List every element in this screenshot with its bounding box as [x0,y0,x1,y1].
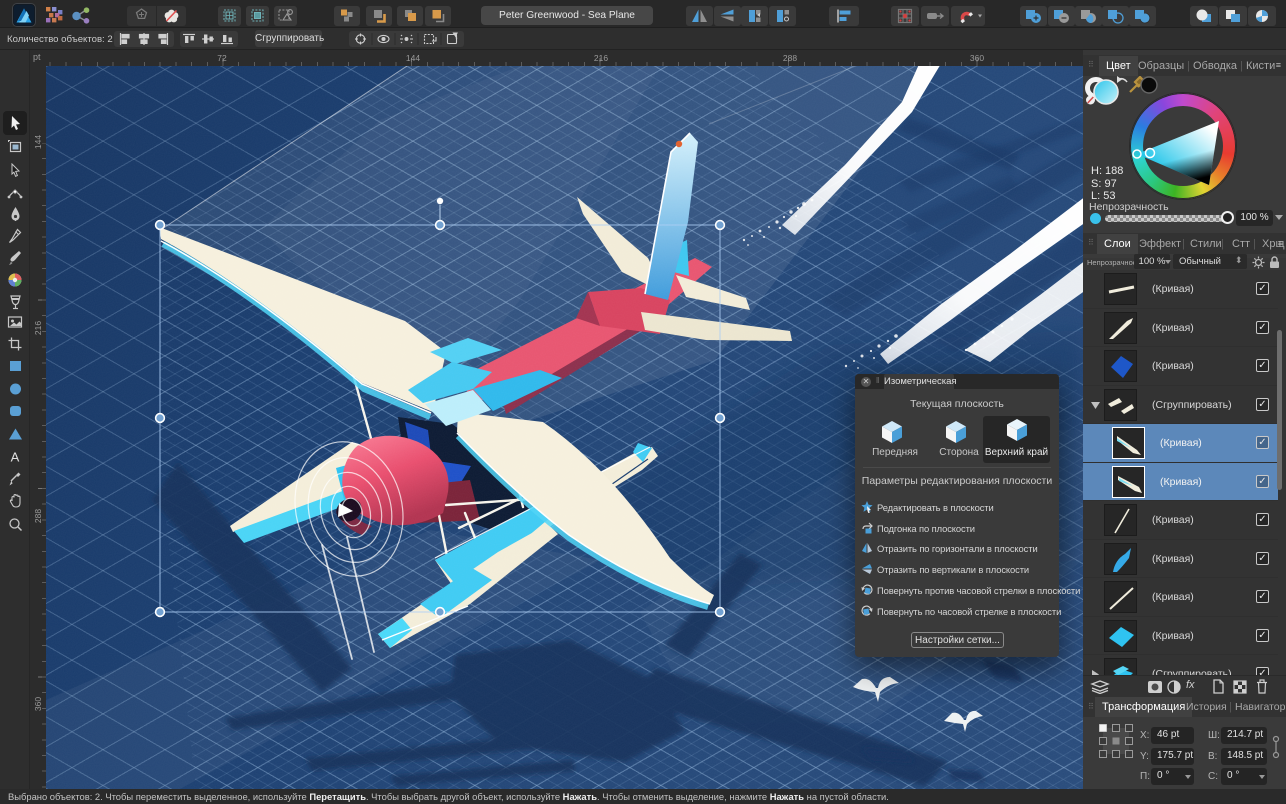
svg-text:A: A [11,449,20,464]
